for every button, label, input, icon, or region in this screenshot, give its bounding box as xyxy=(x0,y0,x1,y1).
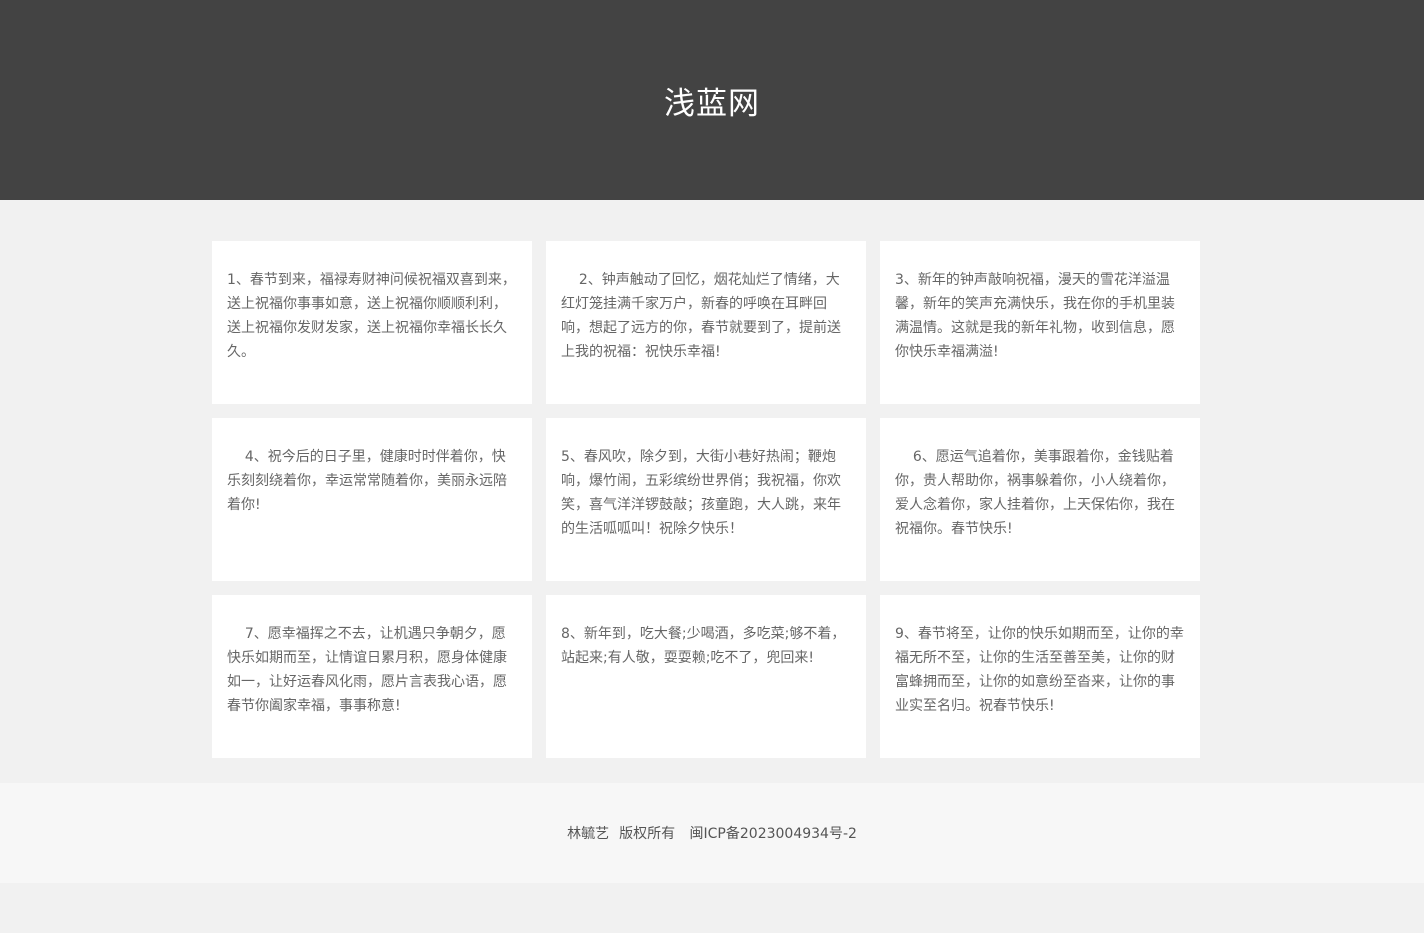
footer-copyright: 林毓艺 版权所有 闽ICP备2023004934号-2 xyxy=(562,823,862,843)
greeting-text: 6、愿运气追着你，美事跟着你，金钱贴着你，贵人帮助你，祸事躲着你，小人绕着你，爱… xyxy=(895,449,1175,537)
greeting-text: 9、春节将至，让你的快乐如期而至，让你的幸福无所不至，让你的生活至善至美，让你的… xyxy=(895,626,1184,714)
greeting-text: 8、新年到，吃大餐;少喝酒，多吃菜;够不着，站起来;有人敬，耍耍赖;吃不了，兜回… xyxy=(561,626,846,666)
greeting-card: 2、钟声触动了回忆，烟花灿烂了情绪，大红灯笼挂满千家万户，新春的呼唤在耳畔回响，… xyxy=(546,241,866,404)
greeting-card-grid: 1、春节到来，福禄寿财神问候祝福双喜到来，送上祝福你事事如意，送上祝福你顺顺利利… xyxy=(212,241,1200,758)
greeting-text: 1、春节到来，福禄寿财神问候祝福双喜到来，送上祝福你事事如意，送上祝福你顺顺利利… xyxy=(227,272,516,360)
main-content: 1、春节到来，福禄寿财神问候祝福双喜到来，送上祝福你事事如意，送上祝福你顺顺利利… xyxy=(0,200,1424,783)
greeting-card: 4、祝今后的日子里，健康时时伴着你，快乐刻刻绕着你，幸运常常随着你，美丽永远陪着… xyxy=(212,418,532,581)
footer-rights: 版权所有 xyxy=(619,826,676,842)
greeting-text: 5、春风吹，除夕到，大街小巷好热闹；鞭炮响，爆竹闹，五彩缤纷世界俏；我祝福，你欢… xyxy=(561,449,841,537)
greeting-card: 7、愿幸福挥之不去，让机遇只争朝夕，愿快乐如期而至，让情谊日累月积，愿身体健康如… xyxy=(212,595,532,758)
page-bottom-space xyxy=(0,883,1424,933)
site-footer: 林毓艺 版权所有 闽ICP备2023004934号-2 xyxy=(0,783,1424,883)
greeting-card: 3、新年的钟声敲响祝福，漫天的雪花洋溢温馨，新年的笑声充满快乐，我在你的手机里装… xyxy=(880,241,1200,404)
greeting-text: 3、新年的钟声敲响祝福，漫天的雪花洋溢温馨，新年的笑声充满快乐，我在你的手机里装… xyxy=(895,272,1175,360)
greeting-card: 5、春风吹，除夕到，大街小巷好热闹；鞭炮响，爆竹闹，五彩缤纷世界俏；我祝福，你欢… xyxy=(546,418,866,581)
greeting-card: 8、新年到，吃大餐;少喝酒，多吃菜;够不着，站起来;有人敬，耍耍赖;吃不了，兜回… xyxy=(546,595,866,758)
icp-link[interactable]: 闽ICP备2023004934号-2 xyxy=(690,826,857,842)
greeting-text: 7、愿幸福挥之不去，让机遇只争朝夕，愿快乐如期而至，让情谊日累月积，愿身体健康如… xyxy=(227,626,507,714)
greeting-card: 1、春节到来，福禄寿财神问候祝福双喜到来，送上祝福你事事如意，送上祝福你顺顺利利… xyxy=(212,241,532,404)
greeting-card: 6、愿运气追着你，美事跟着你，金钱贴着你，贵人帮助你，祸事躲着你，小人绕着你，爱… xyxy=(880,418,1200,581)
greeting-text: 4、祝今后的日子里，健康时时伴着你，快乐刻刻绕着你，幸运常常随着你，美丽永远陪着… xyxy=(227,449,507,513)
greeting-text: 2、钟声触动了回忆，烟花灿烂了情绪，大红灯笼挂满千家万户，新春的呼唤在耳畔回响，… xyxy=(561,272,841,360)
site-title: 浅蓝网 xyxy=(664,85,760,122)
site-header: 浅蓝网 xyxy=(0,0,1424,200)
greeting-card: 9、春节将至，让你的快乐如期而至，让你的幸福无所不至，让你的生活至善至美，让你的… xyxy=(880,595,1200,758)
footer-owner: 林毓艺 xyxy=(567,826,610,842)
